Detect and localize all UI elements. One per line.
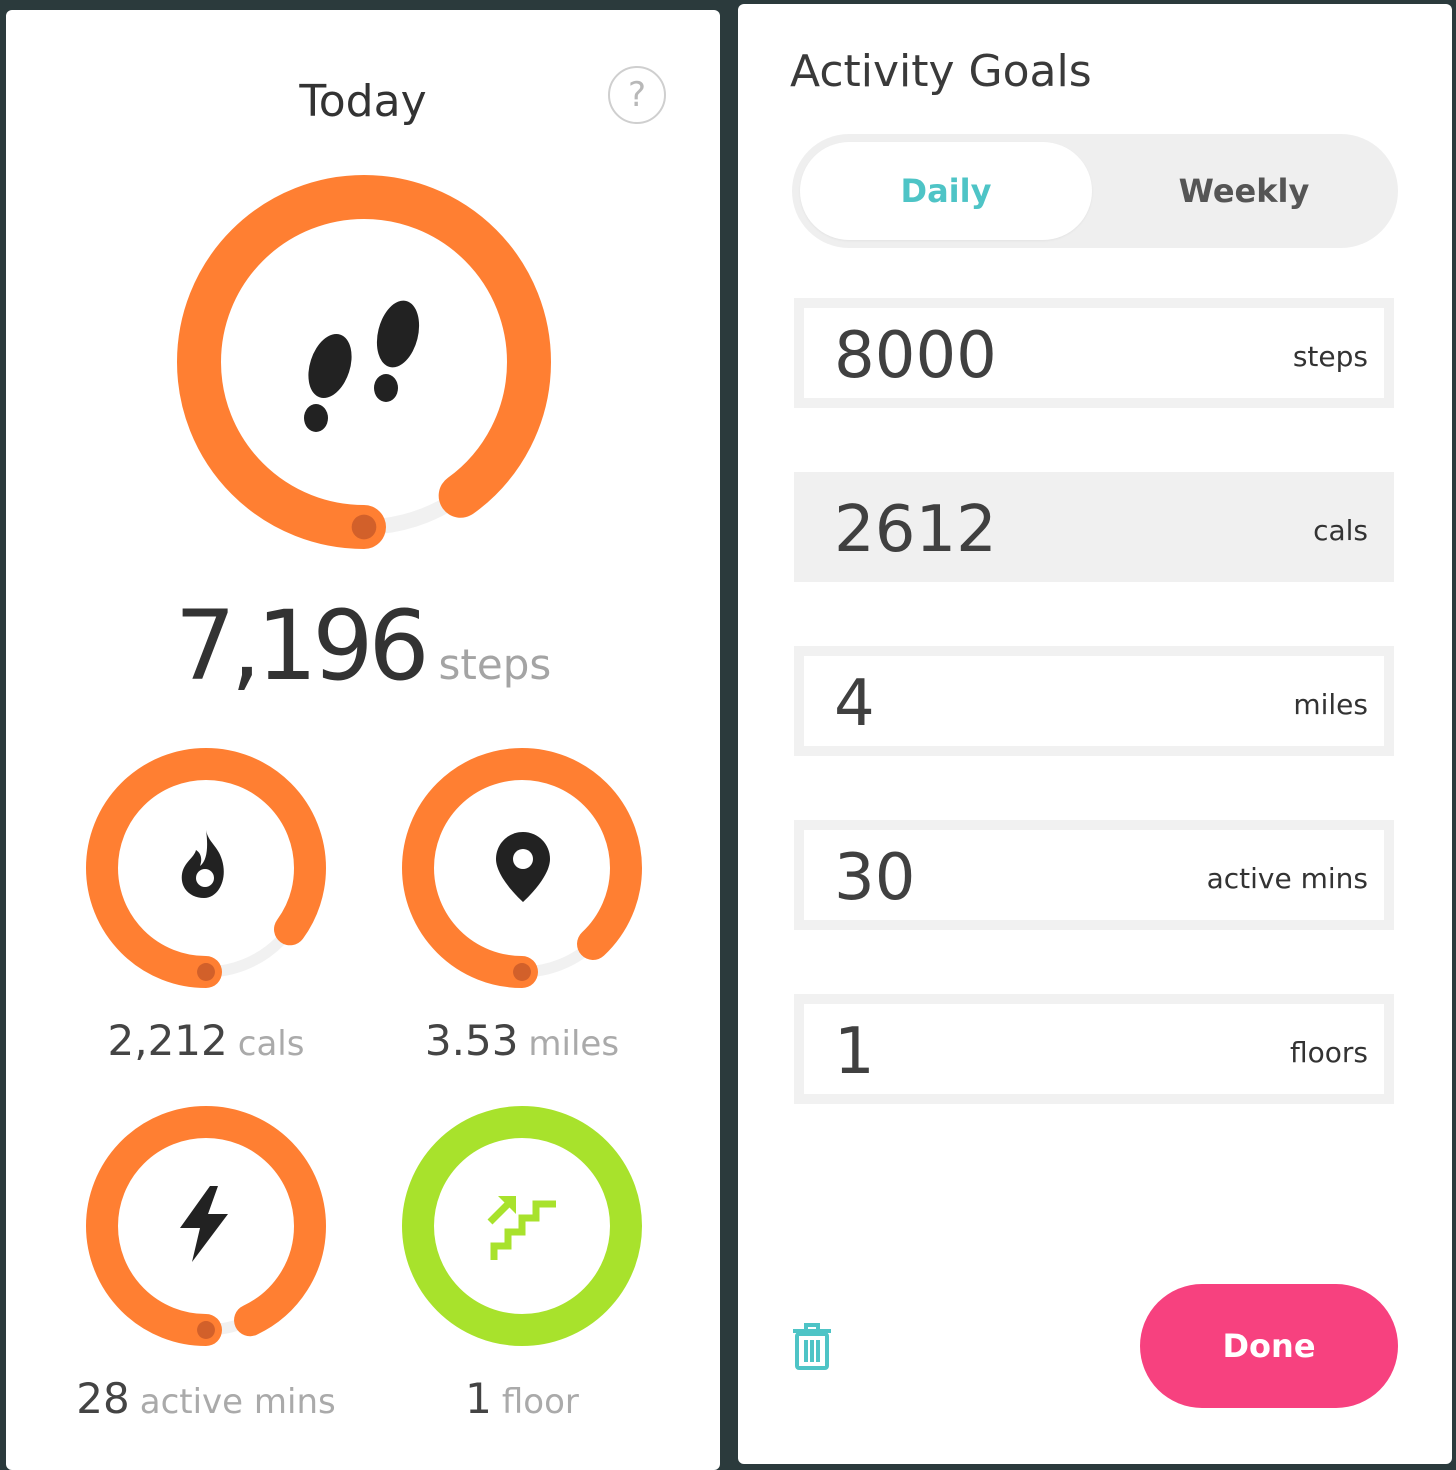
calories-value: 2,212 [107, 1016, 228, 1065]
done-button[interactable]: Done [1140, 1284, 1398, 1408]
floors-goal-unit: floors [1290, 1036, 1368, 1069]
distance-value: 3.53 [424, 1016, 519, 1065]
calories-label: 2,212 cals [36, 1016, 376, 1065]
distance-goal-field[interactable]: 4 miles [794, 646, 1394, 756]
lightning-icon [176, 1186, 232, 1266]
activity-goals-panel: Activity Goals Daily Weekly 8000 steps 2… [738, 4, 1452, 1464]
footsteps-icon [302, 300, 428, 444]
calories-unit: cals [237, 1024, 305, 1064]
location-pin-icon [496, 832, 550, 906]
floors-goal-field[interactable]: 1 floors [794, 994, 1394, 1104]
period-toggle: Daily Weekly [792, 134, 1398, 248]
ring-start-dot [351, 514, 377, 540]
distance-goal-unit: miles [1293, 688, 1368, 721]
help-button[interactable]: ? [608, 66, 666, 124]
activity-goals-title: Activity Goals [790, 46, 1092, 97]
distance-goal-value[interactable]: 4 [834, 664, 875, 744]
active-minutes-value: 28 [76, 1374, 130, 1423]
active-minutes-goal-value[interactable]: 30 [834, 838, 915, 918]
tab-daily[interactable]: Daily [800, 142, 1092, 240]
ring-start-dot [513, 963, 531, 981]
steps-value: 7,196 [174, 590, 430, 702]
active-minutes-goal-field[interactable]: 30 active mins [794, 820, 1394, 930]
tab-weekly[interactable]: Weekly [1098, 142, 1390, 240]
steps-goal-field[interactable]: 8000 steps [794, 298, 1394, 408]
calories-goal-value[interactable]: 2612 [834, 490, 997, 570]
today-panel: Today ? 7,196 steps 2,212 cals 3.53 mile… [6, 10, 720, 1470]
distance-unit: miles [528, 1024, 620, 1064]
steps-goal-unit: steps [1292, 340, 1368, 373]
ring-start-dot [197, 1321, 215, 1339]
ring-start-dot [197, 963, 215, 981]
calories-goal-field[interactable]: 2612 cals [794, 472, 1394, 582]
active-minutes-goal-unit: active mins [1206, 862, 1368, 895]
stairs-icon [484, 1188, 560, 1264]
floors-unit: floor [501, 1382, 579, 1422]
trash-icon[interactable] [792, 1322, 832, 1374]
floors-label: 1 floor [352, 1374, 692, 1423]
floors-value: 1 [465, 1374, 492, 1423]
steps-unit: steps [438, 640, 552, 689]
steps-summary: 7,196 steps [6, 590, 720, 702]
flame-icon [178, 830, 232, 904]
distance-label: 3.53 miles [352, 1016, 692, 1065]
calories-goal-unit: cals [1313, 514, 1368, 547]
floors-goal-value[interactable]: 1 [834, 1012, 875, 1092]
steps-goal-value[interactable]: 8000 [834, 316, 997, 396]
active-minutes-label: 28 active mins [36, 1374, 376, 1423]
active-minutes-unit: active mins [139, 1382, 336, 1422]
